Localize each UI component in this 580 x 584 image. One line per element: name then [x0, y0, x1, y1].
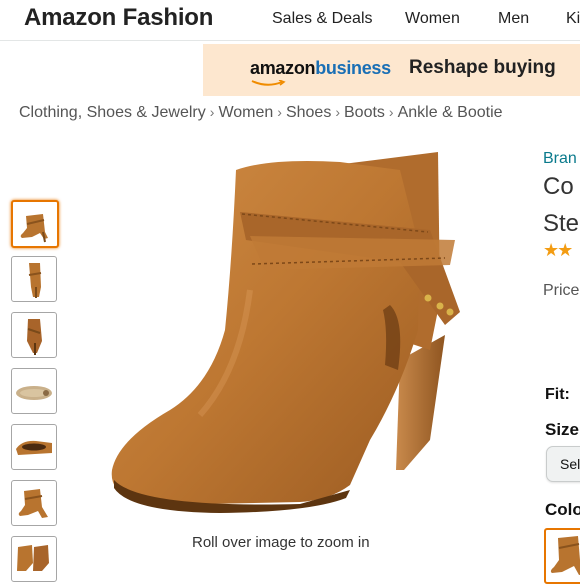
nav-sales-deals[interactable]: Sales & Deals: [272, 10, 373, 28]
amazon-business-logo: amazonbusiness: [250, 58, 391, 78]
nav-women[interactable]: Women: [405, 10, 460, 28]
size-select[interactable]: Sel: [546, 446, 580, 482]
store-brand[interactable]: Amazon Fashion: [24, 4, 213, 32]
fit-label: Fit:: [545, 386, 570, 403]
breadcrumb-item[interactable]: Ankle & Bootie: [398, 104, 503, 121]
chevron-right-icon: ›: [209, 104, 215, 120]
chevron-right-icon: ›: [277, 104, 282, 120]
thumbnail-6[interactable]: [11, 480, 57, 526]
chevron-right-icon: ›: [388, 104, 394, 120]
zoom-hint: Roll over image to zoom in: [192, 534, 370, 551]
star-icon[interactable]: ★★: [543, 240, 573, 261]
thumbnail-4[interactable]: [11, 368, 57, 414]
thumbnail-5[interactable]: [11, 424, 57, 470]
size-select-value: Sel: [560, 456, 580, 472]
top-nav: Amazon Fashion Sales & Deals Women Men K…: [0, 0, 580, 41]
nav-men[interactable]: Men: [498, 10, 529, 28]
product-title-line2: Ste: [543, 210, 580, 237]
product-title-line1: Co: [543, 173, 574, 200]
thumbnail-1[interactable]: [11, 200, 59, 248]
thumbnail-7[interactable]: [11, 536, 57, 582]
banner-tagline: Reshape buying: [409, 57, 556, 78]
brand-link[interactable]: Bran: [543, 150, 577, 168]
breadcrumb-item[interactable]: Women: [218, 104, 273, 121]
thumbnail-3[interactable]: [11, 312, 57, 358]
price-label: Price: [543, 282, 580, 299]
thumbnail-2[interactable]: [11, 256, 57, 302]
breadcrumb-item[interactable]: Shoes: [286, 104, 331, 121]
nav-kids[interactable]: Ki: [566, 10, 580, 28]
size-label: Size: [545, 420, 580, 439]
breadcrumb-item[interactable]: Clothing, Shoes & Jewelry: [19, 104, 206, 121]
breadcrumb-item[interactable]: Boots: [344, 104, 385, 121]
color-swatch[interactable]: [544, 528, 580, 584]
breadcrumb: Clothing, Shoes & Jewelry › Women › Shoes › Bo…: [19, 104, 503, 122]
color-label: Colo: [545, 500, 580, 519]
chevron-right-icon: ›: [335, 104, 340, 120]
main-product-image[interactable]: [100, 140, 480, 520]
boot-image: [111, 152, 460, 513]
amazon-business-banner[interactable]: amazonbusiness Reshape buying: [203, 44, 580, 96]
amazon-smile-icon: [251, 80, 286, 86]
